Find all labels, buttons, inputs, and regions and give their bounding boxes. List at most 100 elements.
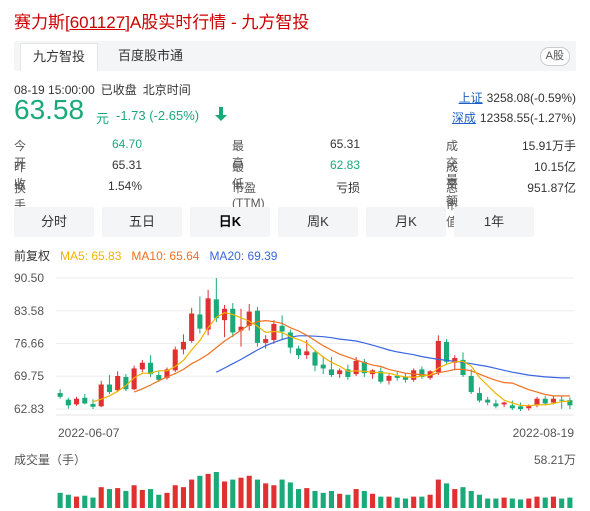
volume-bar bbox=[238, 477, 244, 508]
volume-bar bbox=[411, 496, 417, 508]
ma-legend: 前复权 MA5: 65.83 MA10: 65.64 MA20: 69.39 bbox=[14, 247, 287, 264]
volume-bar bbox=[501, 497, 507, 508]
volume-bar bbox=[476, 494, 482, 508]
volume-bar bbox=[197, 475, 203, 508]
ma20-line bbox=[216, 335, 570, 379]
volume-bar bbox=[180, 487, 186, 508]
y-tick-label: 90.50 bbox=[14, 271, 44, 285]
market-status: 已收盘 bbox=[100, 83, 137, 97]
volume-bar bbox=[419, 496, 425, 508]
period-weekly-button[interactable]: 周K bbox=[278, 207, 358, 237]
candle-body bbox=[65, 399, 71, 406]
volume-bar bbox=[518, 499, 524, 508]
x-tick-label: 2022-06-07 bbox=[58, 426, 120, 440]
index-shanghai-link[interactable]: 上证 bbox=[459, 91, 483, 105]
ma10-legend: MA10: 65.64 bbox=[131, 249, 200, 263]
candle-body bbox=[468, 376, 474, 393]
tab-jiufang[interactable]: 九方智投 bbox=[20, 43, 99, 71]
volume-bar bbox=[131, 485, 137, 508]
index-shenzhen-link[interactable]: 深成 bbox=[452, 111, 476, 125]
candle-body bbox=[320, 364, 326, 369]
candle-body bbox=[263, 339, 269, 343]
volume-bar bbox=[279, 479, 285, 508]
title-stock-name: 赛力斯 bbox=[14, 13, 65, 32]
candle-body bbox=[493, 403, 499, 407]
volume-bar bbox=[164, 492, 170, 508]
index-shenzhen-value: 12358.55(-1.27%) bbox=[479, 111, 576, 125]
volume-bar bbox=[254, 479, 260, 508]
pe-label: 市盈(TTM) bbox=[232, 181, 265, 210]
volume-chart[interactable] bbox=[0, 468, 590, 508]
volume-bar bbox=[468, 490, 474, 508]
volume-bar bbox=[312, 490, 318, 508]
candle-body bbox=[328, 369, 334, 376]
volume-max-label: 58.21万 bbox=[533, 453, 576, 467]
volume-bar bbox=[550, 496, 556, 508]
y-tick-label: 69.75 bbox=[14, 369, 44, 383]
price-unit: 元 bbox=[96, 111, 110, 126]
volume-bar bbox=[287, 482, 293, 508]
candle-body bbox=[518, 406, 524, 410]
pe-value: 亏损 bbox=[335, 181, 360, 195]
page-title: 赛力斯[601127]A股实时行情 - 九方智投 bbox=[14, 8, 309, 33]
market-cap-value: 951.87亿 bbox=[527, 181, 576, 195]
period-intraday-button[interactable]: 分时 bbox=[14, 207, 94, 237]
volume-bar bbox=[263, 483, 269, 508]
candle-body bbox=[189, 313, 195, 341]
volume-bar bbox=[493, 498, 499, 508]
title-stock-code[interactable]: [601127] bbox=[65, 13, 130, 32]
volume-value: 15.91万手 bbox=[521, 139, 576, 153]
period-daily-button[interactable]: 日K bbox=[190, 207, 270, 237]
volume-bar bbox=[57, 492, 63, 508]
candle-body bbox=[156, 375, 162, 380]
volume-bar bbox=[337, 493, 343, 508]
volume-bar bbox=[402, 498, 408, 508]
candle-body bbox=[139, 362, 145, 370]
period-selector: 分时 五日 日K 周K 月K 1年 bbox=[14, 207, 576, 237]
adjust-mode-label[interactable]: 前复权 bbox=[14, 249, 50, 263]
down-arrow-icon bbox=[214, 106, 228, 127]
high-value: 65.31 bbox=[329, 137, 360, 151]
candle-body bbox=[485, 399, 491, 403]
volume-bar bbox=[246, 475, 252, 508]
volume-bar bbox=[115, 488, 121, 508]
tab-baidu[interactable]: 百度股市通 bbox=[118, 41, 183, 71]
volume-bar bbox=[378, 496, 384, 508]
y-tick-label: 76.66 bbox=[14, 337, 44, 351]
index-shanghai: 上证 3258.08(-0.59%) bbox=[459, 89, 576, 106]
index-shanghai-value: 3258.08(-0.59%) bbox=[486, 91, 576, 105]
candle-body bbox=[509, 405, 515, 409]
turnover-value: 1.54% bbox=[107, 179, 142, 193]
period-5day-button[interactable]: 五日 bbox=[102, 207, 182, 237]
volume-bar bbox=[427, 494, 433, 508]
candle-body bbox=[312, 352, 318, 366]
volume-bar bbox=[156, 494, 162, 508]
volume-bar bbox=[460, 487, 466, 508]
volume-bar bbox=[534, 496, 540, 508]
volume-bar bbox=[526, 498, 532, 508]
volume-bar bbox=[567, 497, 573, 508]
volume-bar bbox=[485, 498, 491, 508]
candle-body bbox=[74, 398, 80, 405]
candle-body bbox=[559, 399, 565, 401]
candle-body bbox=[337, 370, 343, 375]
candlestick-chart[interactable]: 90.50 83.58 76.66 69.75 62.83 2022-06-07 2022-… bbox=[0, 268, 590, 448]
candle-body bbox=[213, 299, 219, 319]
volume-bar bbox=[361, 490, 367, 508]
volume-bar bbox=[386, 496, 392, 508]
candle-body bbox=[287, 332, 293, 348]
candle-body bbox=[98, 384, 104, 407]
volume-bar bbox=[452, 489, 458, 508]
period-monthly-button[interactable]: 月K bbox=[366, 207, 446, 237]
candle-body bbox=[90, 403, 96, 407]
volume-bar bbox=[172, 485, 178, 508]
prev-close-value: 65.31 bbox=[111, 158, 142, 172]
volume-bar bbox=[148, 489, 154, 508]
candle-body bbox=[106, 384, 112, 393]
candle-body bbox=[279, 325, 285, 332]
x-tick-label: 2022-08-19 bbox=[513, 426, 575, 440]
volume-bar bbox=[304, 488, 310, 508]
volume-bar bbox=[213, 472, 219, 508]
period-1year-button[interactable]: 1年 bbox=[454, 207, 534, 237]
volume-bar bbox=[296, 489, 302, 508]
